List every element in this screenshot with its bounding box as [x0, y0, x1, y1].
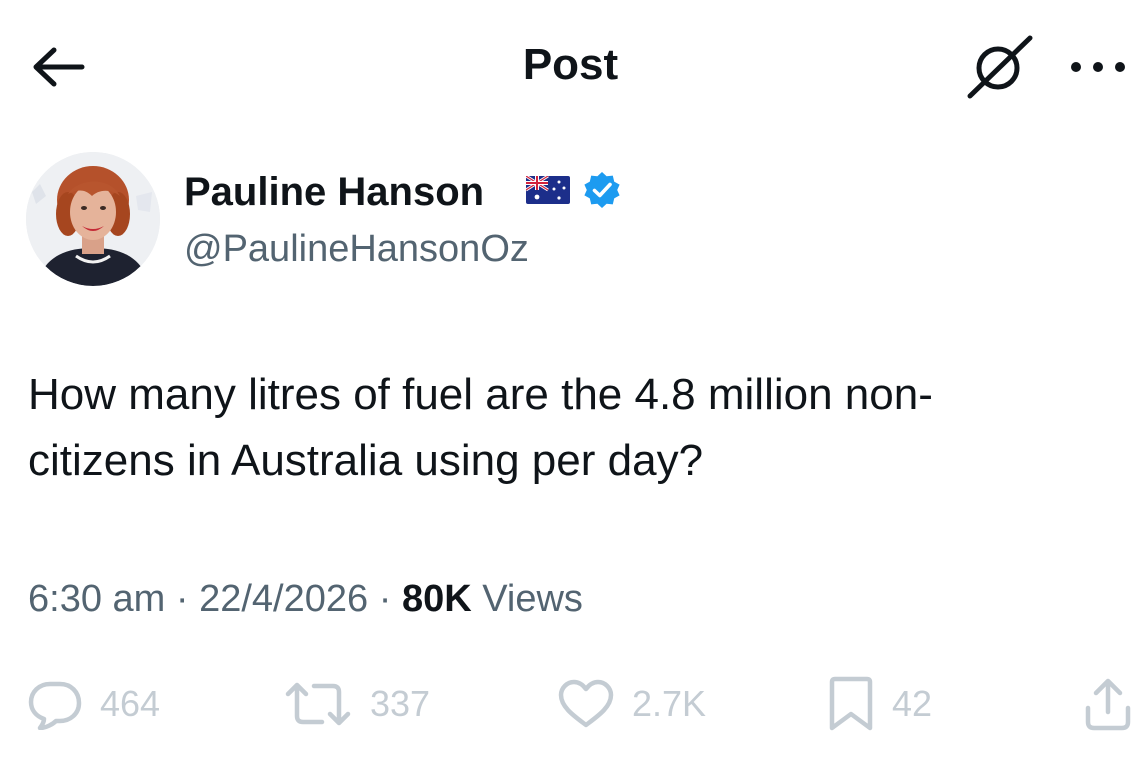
post-page: Post Pauline Hanson @PaulineHansonOz How…	[0, 0, 1141, 763]
more-horizontal-icon	[1071, 62, 1125, 72]
reply-button[interactable]: 464	[26, 676, 160, 732]
verified-badge-icon[interactable]	[582, 170, 622, 210]
post-date[interactable]: 22/4/2026	[199, 578, 368, 620]
bookmark-count: 42	[892, 683, 933, 724]
share-icon	[1085, 678, 1131, 731]
profile-photo	[26, 152, 160, 286]
views-label: Views	[482, 578, 583, 620]
like-count: 2.7K	[632, 683, 707, 724]
repost-icon	[285, 682, 351, 726]
bookmark-icon	[829, 676, 873, 731]
bookmark-button[interactable]: 42	[826, 676, 932, 732]
author-name[interactable]: Pauline Hanson	[184, 170, 484, 215]
top-bar: Post	[0, 0, 1141, 130]
more-options-button[interactable]	[1064, 50, 1132, 84]
views-count[interactable]: 80K	[402, 578, 472, 620]
australian-flag-icon	[526, 176, 570, 204]
repost-count: 337	[370, 683, 431, 724]
heart-icon	[558, 679, 614, 728]
avatar[interactable]	[26, 152, 160, 286]
post-meta: 6:30 am · 22/4/2026 · 80K Views	[28, 578, 583, 621]
share-button[interactable]	[1082, 676, 1134, 732]
post-time[interactable]: 6:30 am	[28, 578, 165, 620]
reply-count: 464	[100, 683, 161, 724]
repost-button[interactable]: 337	[282, 676, 430, 732]
grok-icon	[967, 35, 1033, 99]
author-handle[interactable]: @PaulineHansonOz	[184, 228, 529, 271]
post-text-line-2: citizens in Australia using per day?	[28, 436, 704, 485]
like-button[interactable]: 2.7K	[556, 676, 706, 732]
meta-separator: ·	[175, 578, 189, 620]
post-text: How many litres of fuel are the 4.8 mill…	[28, 362, 1118, 494]
reply-icon	[28, 681, 82, 730]
grok-button[interactable]	[962, 34, 1034, 100]
post-text-line-1: How many litres of fuel are the 4.8 mill…	[28, 370, 933, 419]
meta-separator: ·	[378, 578, 392, 620]
